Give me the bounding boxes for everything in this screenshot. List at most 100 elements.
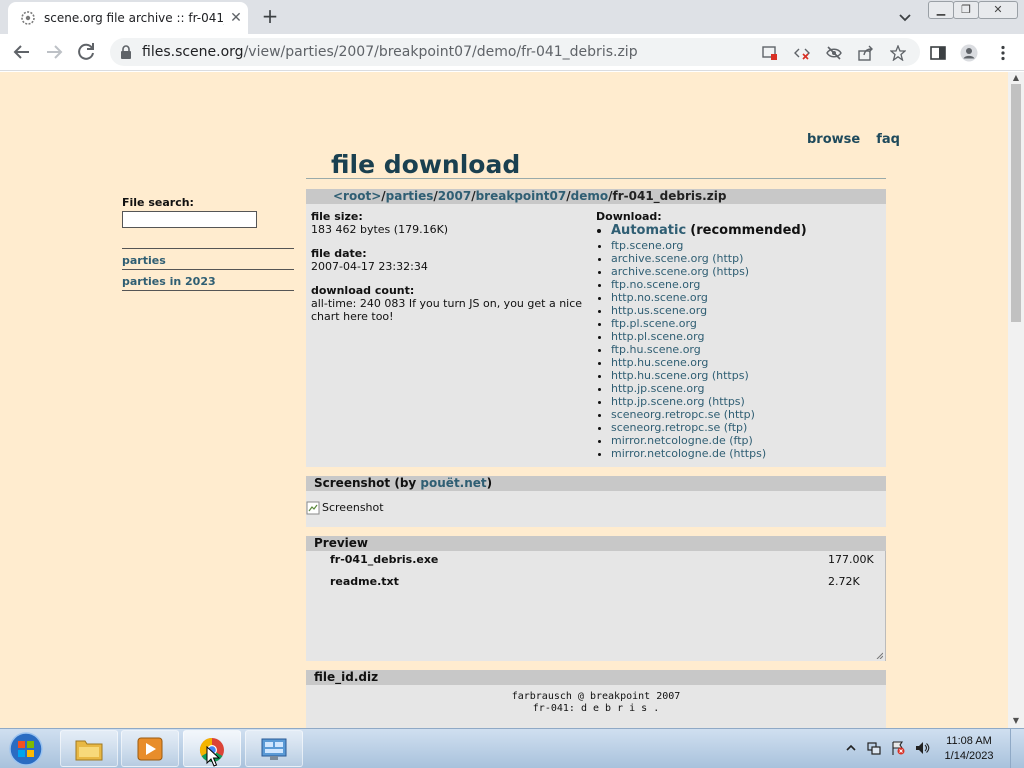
file-search-input[interactable] (122, 211, 257, 228)
preview-file-size: 177.00K (828, 553, 874, 566)
preview-file-name[interactable]: fr-041_debris.exe (330, 553, 438, 566)
blocked-js-icon[interactable] (794, 45, 810, 61)
mirror-link[interactable]: http.us.scene.org (611, 304, 807, 317)
mirror-host[interactable]: sceneorg.retropc.se (611, 421, 720, 434)
breadcrumb-breakpoint07[interactable]: breakpoint07 (476, 189, 567, 203)
mirror-host[interactable]: archive.scene.org (611, 252, 709, 265)
minimize-button[interactable]: ▁ (928, 1, 954, 19)
profile-avatar-icon[interactable] (960, 44, 978, 62)
mirror-host[interactable]: http.us.scene.org (611, 304, 707, 317)
mirror-list: Automatic (recommended) ftp.scene.orgarc… (611, 223, 807, 460)
mirror-host[interactable]: ftp.pl.scene.org (611, 317, 697, 330)
mirror-host[interactable]: http.hu.scene.org (611, 369, 708, 382)
mirror-link[interactable]: sceneorg.retropc.se (ftp) (611, 421, 807, 434)
mirror-link[interactable]: http.pl.scene.org (611, 330, 807, 343)
network-icon[interactable] (866, 740, 882, 756)
download-automatic[interactable]: Automatic (recommended) (611, 223, 807, 239)
tab-active[interactable]: scene.org file archive :: fr-041_de ✕ (8, 2, 248, 34)
pouet-link[interactable]: pouët.net (420, 476, 486, 490)
url-text[interactable]: files.scene.org/view/parties/2007/breakp… (142, 44, 638, 60)
file-size: file size: 183 462 bytes (179.16K) (311, 210, 596, 236)
automatic-link[interactable]: Automatic (611, 223, 686, 238)
forward-icon[interactable] (42, 40, 66, 64)
breadcrumb-root[interactable]: <root> (333, 189, 381, 203)
mirror-link[interactable]: archive.scene.org (https) (611, 265, 807, 278)
page-scrollbar[interactable]: ▲ ▼ (1008, 72, 1024, 728)
mirror-link[interactable]: http.hu.scene.org (https) (611, 369, 807, 382)
mirror-host[interactable]: mirror.netcologne.de (611, 434, 726, 447)
sidebar-link-parties-2023[interactable]: parties in 2023 (122, 270, 294, 291)
mirror-link[interactable]: mirror.netcologne.de (https) (611, 447, 807, 460)
mirror-host[interactable]: http.jp.scene.org (611, 395, 704, 408)
taskbar-explorer[interactable] (60, 730, 118, 767)
address-bar[interactable]: files.scene.org/view/parties/2007/breakp… (110, 38, 920, 66)
mirror-host[interactable]: http.pl.scene.org (611, 330, 704, 343)
mirror-host[interactable]: ftp.hu.scene.org (611, 343, 701, 356)
system-clock[interactable]: 11:08 AM 1/14/2023 (938, 734, 1000, 764)
preview-file-size: 2.72K (828, 575, 860, 588)
resize-grip-icon[interactable] (875, 651, 883, 659)
browse-link[interactable]: browse (807, 132, 860, 147)
mirror-link[interactable]: ftp.hu.scene.org (611, 343, 807, 356)
mirror-host[interactable]: sceneorg.retropc.se (611, 408, 720, 421)
mirror-link[interactable]: http.jp.scene.org (https) (611, 395, 807, 408)
sidebar-link-parties[interactable]: parties (122, 249, 294, 270)
breadcrumb-demo[interactable]: demo (571, 189, 608, 203)
back-icon[interactable] (10, 40, 34, 64)
reload-icon[interactable] (74, 40, 98, 64)
tab-search-chevron-icon[interactable] (896, 8, 914, 26)
breadcrumb-parties[interactable]: parties (386, 189, 434, 203)
taskbar-media-player[interactable] (121, 730, 179, 767)
mirror-protocol[interactable]: (http) (724, 408, 755, 421)
scrollbar-thumb[interactable] (1011, 84, 1021, 322)
show-desktop-button[interactable] (1010, 729, 1024, 768)
menu-kebab-icon[interactable] (994, 44, 1012, 62)
mirror-protocol[interactable]: (https) (708, 395, 745, 408)
mirror-protocol[interactable]: (https) (712, 369, 749, 382)
taskbar-control-panel[interactable] (245, 730, 303, 767)
bookmark-star-icon[interactable] (890, 45, 906, 61)
mirror-link[interactable]: ftp.scene.org (611, 239, 807, 252)
breadcrumb-2007[interactable]: 2007 (438, 189, 471, 203)
mirror-link[interactable]: ftp.pl.scene.org (611, 317, 807, 330)
new-tab-icon[interactable]: + (258, 5, 282, 29)
mirror-host[interactable]: ftp.no.scene.org (611, 278, 700, 291)
start-orb-icon[interactable] (6, 731, 46, 767)
eye-off-icon[interactable] (826, 45, 842, 61)
mirror-link[interactable]: mirror.netcologne.de (ftp) (611, 434, 807, 447)
mirror-host[interactable]: http.jp.scene.org (611, 382, 704, 395)
share-icon[interactable] (858, 45, 874, 61)
mirror-protocol[interactable]: (ftp) (729, 434, 753, 447)
tray-overflow-icon[interactable] (843, 740, 859, 756)
close-window-button[interactable]: ✕ (978, 1, 1018, 19)
mirror-link[interactable]: http.hu.scene.org (611, 356, 807, 369)
mirror-host[interactable]: mirror.netcologne.de (611, 447, 726, 460)
mirror-protocol[interactable]: (http) (712, 252, 743, 265)
preview-file-name[interactable]: readme.txt (330, 575, 399, 588)
mirror-link[interactable]: sceneorg.retropc.se (http) (611, 408, 807, 421)
lock-icon[interactable] (120, 45, 132, 59)
mirror-host[interactable]: ftp.scene.org (611, 239, 683, 252)
restore-button[interactable]: ❐ (953, 1, 979, 19)
faq-link[interactable]: faq (876, 132, 900, 147)
mirror-link[interactable]: archive.scene.org (http) (611, 252, 807, 265)
action-center-flag-icon[interactable] (890, 740, 906, 756)
recommended-note: (recommended) (690, 223, 807, 238)
blocked-popup-icon[interactable] (762, 45, 778, 61)
mirror-host[interactable]: http.hu.scene.org (611, 356, 708, 369)
side-panel-icon[interactable] (929, 44, 947, 62)
tab-close-icon[interactable]: ✕ (226, 8, 246, 28)
top-nav: browse faq (807, 132, 916, 147)
download-count-value: all-time: 240 083 If you turn JS on, you… (311, 297, 583, 323)
mirror-link[interactable]: http.jp.scene.org (611, 382, 807, 395)
mirror-protocol[interactable]: (https) (712, 265, 749, 278)
scroll-down-icon[interactable]: ▼ (1011, 716, 1021, 726)
volume-icon[interactable] (914, 740, 930, 756)
mirror-protocol[interactable]: (https) (729, 447, 766, 460)
mirror-protocol[interactable]: (ftp) (724, 421, 748, 434)
mirror-host[interactable]: http.no.scene.org (611, 291, 708, 304)
scroll-up-icon[interactable]: ▲ (1011, 73, 1021, 83)
mirror-host[interactable]: archive.scene.org (611, 265, 709, 278)
mirror-link[interactable]: ftp.no.scene.org (611, 278, 807, 291)
mirror-link[interactable]: http.no.scene.org (611, 291, 807, 304)
